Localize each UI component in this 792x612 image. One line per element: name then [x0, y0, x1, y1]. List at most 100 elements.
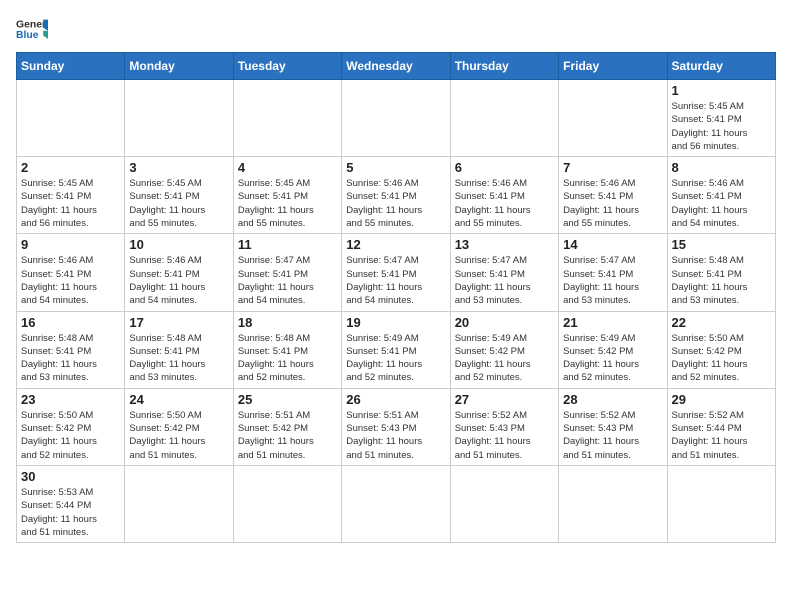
day-cell [342, 80, 450, 157]
day-cell: 14 Sunrise: 5:47 AM Sunset: 5:41 PM Dayli… [559, 234, 667, 311]
day-number: 9 [21, 237, 120, 252]
day-number: 13 [455, 237, 554, 252]
day-cell [233, 80, 341, 157]
day-info: Sunrise: 5:53 AM Sunset: 5:44 PM Dayligh… [21, 486, 120, 539]
day-cell [559, 80, 667, 157]
header-cell-monday: Monday [125, 53, 233, 80]
header-cell-sunday: Sunday [17, 53, 125, 80]
week-row-3: 16 Sunrise: 5:48 AM Sunset: 5:41 PM Dayli… [17, 311, 776, 388]
week-row-0: 1Sunrise: 5:45 AM Sunset: 5:41 PM Daylig… [17, 80, 776, 157]
day-cell: 29Sunrise: 5:52 AM Sunset: 5:44 PM Dayli… [667, 388, 775, 465]
day-cell [233, 465, 341, 542]
day-cell [450, 465, 558, 542]
day-cell: 22 Sunrise: 5:50 AM Sunset: 5:42 PM Dayli… [667, 311, 775, 388]
day-number: 17 [129, 315, 228, 330]
day-info: Sunrise: 5:50 AM Sunset: 5:42 PM Dayligh… [129, 409, 228, 462]
day-cell: 17 Sunrise: 5:48 AM Sunset: 5:41 PM Dayli… [125, 311, 233, 388]
day-cell: 15Sunrise: 5:48 AM Sunset: 5:41 PM Dayli… [667, 234, 775, 311]
day-info: Sunrise: 5:51 AM Sunset: 5:43 PM Dayligh… [346, 409, 445, 462]
day-number: 12 [346, 237, 445, 252]
day-cell [559, 465, 667, 542]
day-info: Sunrise: 5:48 AM Sunset: 5:41 PM Dayligh… [238, 332, 337, 385]
day-cell: 21 Sunrise: 5:49 AM Sunset: 5:42 PM Dayli… [559, 311, 667, 388]
week-row-4: 23 Sunrise: 5:50 AM Sunset: 5:42 PM Dayli… [17, 388, 776, 465]
day-number: 29 [672, 392, 771, 407]
day-number: 4 [238, 160, 337, 175]
day-info: Sunrise: 5:52 AM Sunset: 5:43 PM Dayligh… [455, 409, 554, 462]
day-cell: 13 Sunrise: 5:47 AM Sunset: 5:41 PM Dayli… [450, 234, 558, 311]
header-cell-saturday: Saturday [667, 53, 775, 80]
header-row: SundayMondayTuesdayWednesdayThursdayFrid… [17, 53, 776, 80]
day-number: 10 [129, 237, 228, 252]
day-info: Sunrise: 5:47 AM Sunset: 5:41 PM Dayligh… [346, 254, 445, 307]
calendar-table: SundayMondayTuesdayWednesdayThursdayFrid… [16, 52, 776, 543]
day-number: 3 [129, 160, 228, 175]
day-cell: 27 Sunrise: 5:52 AM Sunset: 5:43 PM Dayli… [450, 388, 558, 465]
day-number: 25 [238, 392, 337, 407]
day-info: Sunrise: 5:46 AM Sunset: 5:41 PM Dayligh… [672, 177, 771, 230]
day-info: Sunrise: 5:47 AM Sunset: 5:41 PM Dayligh… [563, 254, 662, 307]
day-cell [450, 80, 558, 157]
day-number: 18 [238, 315, 337, 330]
day-cell: 24 Sunrise: 5:50 AM Sunset: 5:42 PM Dayli… [125, 388, 233, 465]
day-info: Sunrise: 5:49 AM Sunset: 5:42 PM Dayligh… [563, 332, 662, 385]
day-cell: 28 Sunrise: 5:52 AM Sunset: 5:43 PM Dayli… [559, 388, 667, 465]
day-info: Sunrise: 5:45 AM Sunset: 5:41 PM Dayligh… [672, 100, 771, 153]
day-number: 22 [672, 315, 771, 330]
week-row-5: 30Sunrise: 5:53 AM Sunset: 5:44 PM Dayli… [17, 465, 776, 542]
day-number: 19 [346, 315, 445, 330]
day-cell: 7Sunrise: 5:46 AM Sunset: 5:41 PM Daylig… [559, 157, 667, 234]
day-cell [342, 465, 450, 542]
logo: General Blue [16, 16, 48, 44]
day-info: Sunrise: 5:50 AM Sunset: 5:42 PM Dayligh… [672, 332, 771, 385]
day-cell [125, 465, 233, 542]
day-cell: 19 Sunrise: 5:49 AM Sunset: 5:41 PM Dayli… [342, 311, 450, 388]
day-cell [125, 80, 233, 157]
day-cell: 25 Sunrise: 5:51 AM Sunset: 5:42 PM Dayli… [233, 388, 341, 465]
day-number: 24 [129, 392, 228, 407]
day-number: 16 [21, 315, 120, 330]
day-info: Sunrise: 5:51 AM Sunset: 5:42 PM Dayligh… [238, 409, 337, 462]
day-number: 23 [21, 392, 120, 407]
day-cell: 18 Sunrise: 5:48 AM Sunset: 5:41 PM Dayli… [233, 311, 341, 388]
day-cell [667, 465, 775, 542]
day-number: 26 [346, 392, 445, 407]
day-cell: 8Sunrise: 5:46 AM Sunset: 5:41 PM Daylig… [667, 157, 775, 234]
day-number: 7 [563, 160, 662, 175]
day-cell: 2 Sunrise: 5:45 AM Sunset: 5:41 PM Daylig… [17, 157, 125, 234]
day-cell: 3Sunrise: 5:45 AM Sunset: 5:41 PM Daylig… [125, 157, 233, 234]
day-number: 27 [455, 392, 554, 407]
day-info: Sunrise: 5:47 AM Sunset: 5:41 PM Dayligh… [455, 254, 554, 307]
day-cell: 10Sunrise: 5:46 AM Sunset: 5:41 PM Dayli… [125, 234, 233, 311]
day-number: 2 [21, 160, 120, 175]
day-cell: 6 Sunrise: 5:46 AM Sunset: 5:41 PM Daylig… [450, 157, 558, 234]
logo-icon: General Blue [16, 16, 48, 44]
day-info: Sunrise: 5:45 AM Sunset: 5:41 PM Dayligh… [21, 177, 120, 230]
header-cell-thursday: Thursday [450, 53, 558, 80]
day-info: Sunrise: 5:46 AM Sunset: 5:41 PM Dayligh… [21, 254, 120, 307]
day-info: Sunrise: 5:52 AM Sunset: 5:43 PM Dayligh… [563, 409, 662, 462]
day-info: Sunrise: 5:45 AM Sunset: 5:41 PM Dayligh… [238, 177, 337, 230]
day-number: 14 [563, 237, 662, 252]
day-number: 11 [238, 237, 337, 252]
day-info: Sunrise: 5:46 AM Sunset: 5:41 PM Dayligh… [455, 177, 554, 230]
header-cell-friday: Friday [559, 53, 667, 80]
day-cell: 5Sunrise: 5:46 AM Sunset: 5:41 PM Daylig… [342, 157, 450, 234]
day-cell: 11 Sunrise: 5:47 AM Sunset: 5:41 PM Dayli… [233, 234, 341, 311]
day-info: Sunrise: 5:47 AM Sunset: 5:41 PM Dayligh… [238, 254, 337, 307]
day-info: Sunrise: 5:49 AM Sunset: 5:42 PM Dayligh… [455, 332, 554, 385]
day-info: Sunrise: 5:48 AM Sunset: 5:41 PM Dayligh… [21, 332, 120, 385]
week-row-2: 9 Sunrise: 5:46 AM Sunset: 5:41 PM Daylig… [17, 234, 776, 311]
day-cell: 23Sunrise: 5:50 AM Sunset: 5:42 PM Dayli… [17, 388, 125, 465]
day-info: Sunrise: 5:49 AM Sunset: 5:41 PM Dayligh… [346, 332, 445, 385]
day-number: 6 [455, 160, 554, 175]
day-number: 20 [455, 315, 554, 330]
day-number: 21 [563, 315, 662, 330]
day-cell: 26 Sunrise: 5:51 AM Sunset: 5:43 PM Dayli… [342, 388, 450, 465]
day-cell: 16 Sunrise: 5:48 AM Sunset: 5:41 PM Dayli… [17, 311, 125, 388]
day-cell [17, 80, 125, 157]
page-header: General Blue [16, 16, 776, 44]
day-number: 28 [563, 392, 662, 407]
header-cell-tuesday: Tuesday [233, 53, 341, 80]
day-info: Sunrise: 5:48 AM Sunset: 5:41 PM Dayligh… [129, 332, 228, 385]
